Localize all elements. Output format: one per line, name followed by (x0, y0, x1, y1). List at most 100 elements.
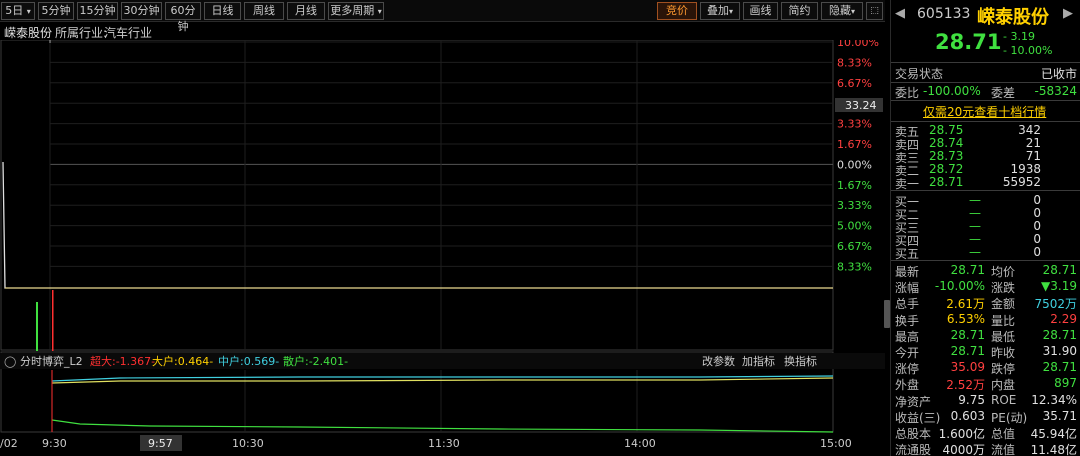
draw-line-button[interactable]: 画线 (743, 2, 778, 20)
ask-volume: 55952 (1002, 175, 1041, 189)
y-tick-label: 10.00% (837, 40, 879, 49)
stat-row: 今开 28.71 昨收 31.90 (891, 344, 1080, 360)
stat-value: 7502万 (1034, 297, 1077, 312)
x-tick-label: 15:00 (820, 437, 852, 450)
stat-value: 1.600亿 (938, 427, 985, 441)
period-week-button[interactable]: 周线 (244, 2, 284, 20)
simple-button[interactable]: 简约 (781, 2, 818, 20)
overlay-button[interactable]: 叠加▾ (700, 2, 740, 20)
industry-label: 所属行业: (55, 26, 108, 40)
ask-volume: 21 (1025, 136, 1041, 150)
stat-value: 45.94亿 (1030, 427, 1077, 441)
stat-row: 涨停 35.09 跌停 28.71 (891, 360, 1080, 376)
stat-value: 12.34% (1031, 392, 1077, 407)
stat-label: 流通股 (895, 443, 932, 456)
y-tick-label: 3.33% (837, 118, 872, 131)
bid-price: — (969, 245, 981, 259)
ask-price: 28.75 (929, 123, 964, 137)
stock-code: 605133 (917, 6, 971, 22)
latest-price: 28.71 (935, 30, 1002, 54)
stat-value: 11.48亿 (1030, 443, 1077, 456)
stat-label: 收益(三) (895, 410, 941, 425)
y-tick-label: 3.33% (837, 199, 872, 212)
period-day-button[interactable]: 日线 (204, 2, 241, 20)
stat-row: 净资产 9.75 ROE 12.34% (891, 393, 1080, 409)
small-line (51, 419, 834, 433)
more-periods-button[interactable]: 更多周期 ▾ (328, 2, 384, 20)
stat-label: 今开 (895, 346, 920, 360)
stat-row: 外盘 2.52万 内盘 897 (891, 376, 1080, 392)
stat-label: 涨幅 (895, 281, 920, 296)
promo-link[interactable]: 仅需20元查看十档行情 (923, 103, 1046, 120)
stat-row: 流通股 4000万 流值 11.48亿 (891, 441, 1080, 456)
period-toolbar: 5日 ▾ 5分钟 15分钟 30分钟 60分钟 日线 周线 月线 更多周期 ▾ … (0, 0, 885, 33)
indicator-close-icon: ◯ (4, 355, 16, 368)
bid-row: 买五 —0 (891, 245, 1080, 261)
chart-stock-name: 嵘泰股份 (4, 26, 53, 40)
period-month-button[interactable]: 月线 (287, 2, 325, 20)
ask-price: 28.73 (929, 149, 964, 163)
cursor-time: 9:57 (148, 437, 173, 450)
hide-button[interactable]: 隐藏▾ (821, 2, 863, 20)
period-30min-button[interactable]: 30分钟 (121, 2, 162, 20)
y-tick-label: 5.00% (837, 220, 872, 233)
industry-value[interactable]: 汽车行业 (104, 24, 152, 41)
wc-label: 委差 (991, 86, 1016, 100)
stat-value: 28.71 (1042, 327, 1077, 342)
stat-label: 跌停 (991, 362, 1016, 377)
ask-price: 28.71 (929, 175, 964, 189)
x-axis-labels: 9:30 10:30 11:30 14:00 15:00/02 9:57 (0, 435, 852, 451)
chart-info-bar: 嵘泰股份 所属行业: 汽车行业 (0, 22, 885, 40)
stat-value: 28.71 (950, 327, 985, 342)
stat-label: 金额 (991, 297, 1016, 312)
stat-value: 31.90 (1042, 344, 1077, 358)
stat-row: 换手 6.53% 量比 2.29 (891, 312, 1080, 328)
expand-icon[interactable]: ⬚ (866, 2, 883, 20)
y-axis-labels: 10.00% 8.33% 6.67% 5.00% 3.33% 1.67% 0.00% 1.67… (835, 40, 883, 273)
stat-label: 净资产 (895, 394, 932, 409)
chart-border (0, 40, 834, 351)
stat-value: 35.09 (950, 360, 985, 375)
stat-label: 总手 (895, 297, 920, 312)
stat-label: 内盘 (991, 378, 1016, 393)
period-60min-button[interactable]: 60分钟 (165, 2, 201, 33)
stat-label: 最新 (895, 265, 920, 279)
intraday-chart[interactable]: ◯ 分时博弈_L2 超大:-1.367-大户:0.464- 中户:0.569- 散户:-… (0, 40, 885, 456)
stat-label: 均价 (991, 265, 1016, 279)
stat-label: 涨跌 (991, 281, 1016, 296)
quote-panel: ◀ 605133 嵘泰股份 ▶ 28.71 - 3.19 - 10.00% 交易… (890, 0, 1080, 456)
period-5day-button[interactable]: 5日 ▾ (1, 2, 35, 20)
stat-label: 量比 (991, 313, 1016, 328)
stat-label: 流值 (991, 443, 1016, 456)
stat-label: 最高 (895, 329, 920, 344)
dropdown-arrow-icon: ▾ (26, 7, 31, 16)
stat-label: 最低 (991, 329, 1016, 344)
add-indicator-button[interactable]: 加指标 (742, 354, 775, 368)
indicator-name: 分时博弈_L2 (20, 354, 83, 368)
period-15min-button[interactable]: 15分钟 (77, 2, 118, 20)
stat-row: 最新 28.71 均价 28.71 (891, 263, 1080, 279)
modify-params-button[interactable]: 改参数 (702, 354, 735, 368)
y-tick-label: 1.67% (837, 179, 872, 192)
bid-price: — (969, 193, 981, 207)
stat-row: 收益(三) 0.603 PE(动) 35.71 (891, 409, 1080, 425)
y-tick-label: 1.67% (837, 138, 872, 151)
chart-grid: ◯ 分时博弈_L2 超大:-1.367-大户:0.464- 中户:0.569- 散户:-… (0, 40, 885, 433)
auction-button[interactable]: 竞价 (657, 2, 697, 20)
stat-value: 9.75 (958, 392, 985, 407)
y-tick-label: 6.67% (837, 240, 872, 253)
bid-volume: 0 (1033, 219, 1041, 233)
stat-value: 4000万 (942, 443, 985, 456)
stat-value: 2.29 (1050, 311, 1077, 326)
stat-value: 0.603 (950, 408, 985, 423)
back-arrow-icon[interactable]: ◀ (895, 6, 905, 21)
forward-arrow-icon[interactable]: ▶ (1063, 6, 1073, 21)
chart-lines (2, 40, 834, 433)
period-5min-button[interactable]: 5分钟 (38, 2, 74, 20)
y-tick-label: 8.33% (837, 260, 872, 273)
stat-value: -10.00% (934, 279, 985, 294)
switch-indicator-button[interactable]: 换指标 (784, 354, 817, 368)
ask-price: 28.72 (929, 162, 964, 176)
stat-label: 总股本 (895, 427, 932, 441)
ask-volume: 71 (1025, 149, 1041, 163)
